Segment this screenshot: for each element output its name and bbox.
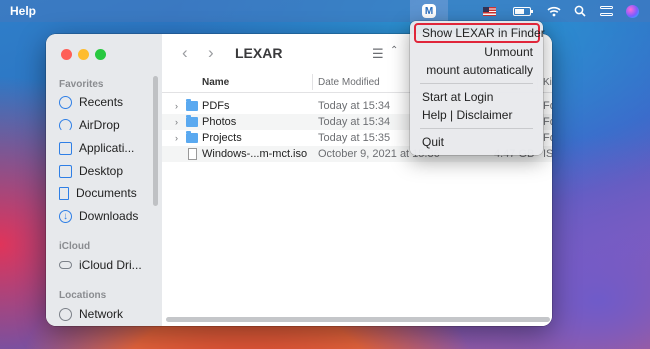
sidebar-item-applications[interactable]: Applicati... — [59, 139, 159, 157]
wifi-icon — [547, 6, 561, 16]
clock-icon — [59, 95, 72, 109]
forward-button[interactable]: › — [208, 43, 214, 63]
us-flag-icon — [482, 6, 496, 16]
download-icon: ↓ — [59, 209, 72, 223]
back-button[interactable]: ‹ — [182, 43, 188, 63]
spotlight-search-icon — [574, 5, 586, 17]
file-date: Today at 15:35 — [318, 132, 391, 144]
file-kind: Fo — [543, 116, 552, 128]
folder-icon — [186, 99, 198, 111]
menu-item-show-in-finder[interactable]: Show LEXAR in Finder — [422, 26, 545, 40]
help-menu[interactable]: Help — [10, 4, 36, 18]
chevron-updown-icon[interactable]: ⌃ — [390, 45, 398, 56]
sidebar-item-downloads[interactable]: ↓ Downloads — [59, 207, 159, 225]
column-date-modified[interactable]: Date Modified — [318, 77, 380, 88]
menu-item-quit[interactable]: Quit — [422, 135, 444, 149]
sidebar-item-icloud-drive[interactable]: iCloud Dri... — [59, 256, 159, 274]
cloud-icon — [59, 261, 72, 269]
horizontal-scrollbar[interactable] — [166, 317, 550, 322]
close-window-button[interactable] — [61, 49, 72, 60]
disclosure-triangle-icon[interactable]: › — [175, 117, 178, 127]
file-date: Today at 15:34 — [318, 116, 391, 128]
column-kind[interactable]: Ki — [543, 77, 552, 88]
lexar-app-icon: M — [422, 4, 436, 18]
sidebar-item-label: Downloads — [79, 209, 139, 223]
file-name: Photos — [202, 116, 237, 128]
menu-item-mount-automatically[interactable]: mount automatically — [426, 63, 533, 77]
finder-sidebar: Favorites Recents AirDrop Applicati... D… — [46, 34, 162, 326]
control-center-icon — [599, 6, 613, 16]
file-name: PDFs — [202, 100, 230, 112]
sidebar-item-label: Desktop — [79, 164, 124, 178]
siri-item[interactable] — [624, 0, 640, 22]
window-title: LEXAR — [235, 45, 283, 61]
input-source-item[interactable] — [480, 0, 498, 22]
sidebar-item-label: Documents — [76, 186, 137, 200]
list-view-icon[interactable]: ☰ — [372, 46, 384, 62]
sidebar-item-label: Applicati... — [79, 141, 135, 155]
battery-icon — [513, 6, 533, 16]
sidebar-item-label: iCloud Dri... — [79, 258, 142, 272]
file-name: Windows-...m-mct.iso — [202, 148, 308, 160]
desktop-icon — [59, 164, 72, 178]
menu-separator — [420, 128, 533, 129]
applications-icon — [59, 141, 72, 155]
file-date: Today at 15:34 — [318, 100, 391, 112]
icloud-heading: iCloud — [59, 241, 91, 252]
sidebar-item-label: AirDrop — [79, 118, 120, 132]
zoom-window-button[interactable] — [95, 49, 106, 60]
sidebar-item-desktop[interactable]: Desktop — [59, 162, 159, 180]
network-globe-icon — [59, 307, 72, 321]
column-name[interactable]: Name — [202, 77, 229, 88]
favorites-heading: Favorites — [59, 79, 104, 90]
file-name: Projects — [202, 132, 242, 144]
spotlight-item[interactable] — [573, 0, 587, 22]
file-kind: Fo — [543, 100, 552, 112]
file-kind: IS — [543, 148, 552, 160]
locations-heading: Locations — [59, 290, 107, 301]
folder-icon — [186, 115, 198, 127]
lexar-dropdown-menu: Show LEXAR in Finder Unmount mount autom… — [410, 21, 545, 155]
sidebar-item-label: Network — [79, 307, 124, 321]
control-center-item[interactable] — [598, 0, 614, 22]
sidebar-item-airdrop[interactable]: AirDrop — [59, 116, 159, 134]
wifi-item[interactable] — [545, 0, 563, 22]
menu-bar: Help M — [0, 0, 650, 22]
disclosure-triangle-icon[interactable]: › — [175, 101, 178, 111]
minimize-window-button[interactable] — [78, 49, 89, 60]
sidebar-item-network[interactable]: Network — [59, 305, 159, 323]
sidebar-item-label: Recents — [79, 95, 124, 109]
sidebar-item-recents[interactable]: Recents — [59, 93, 159, 111]
document-icon — [59, 186, 69, 200]
sidebar-item-documents[interactable]: Documents — [59, 184, 159, 202]
disk-image-file-icon — [188, 148, 197, 160]
menu-separator — [420, 83, 533, 84]
lexar-status-item[interactable]: M — [410, 0, 448, 22]
column-divider[interactable] — [312, 74, 313, 90]
airdrop-icon — [59, 118, 72, 132]
file-kind: Fo — [543, 132, 552, 144]
disclosure-triangle-icon[interactable]: › — [175, 133, 178, 143]
menu-item-start-at-login[interactable]: Start at Login — [422, 90, 493, 104]
menu-item-help-disclaimer[interactable]: Help | Disclaimer — [422, 108, 512, 122]
menu-item-unmount[interactable]: Unmount — [484, 45, 533, 59]
battery-item[interactable] — [510, 0, 534, 22]
folder-icon — [186, 131, 198, 143]
siri-icon — [625, 4, 639, 18]
sidebar-scrollbar[interactable] — [153, 76, 158, 206]
